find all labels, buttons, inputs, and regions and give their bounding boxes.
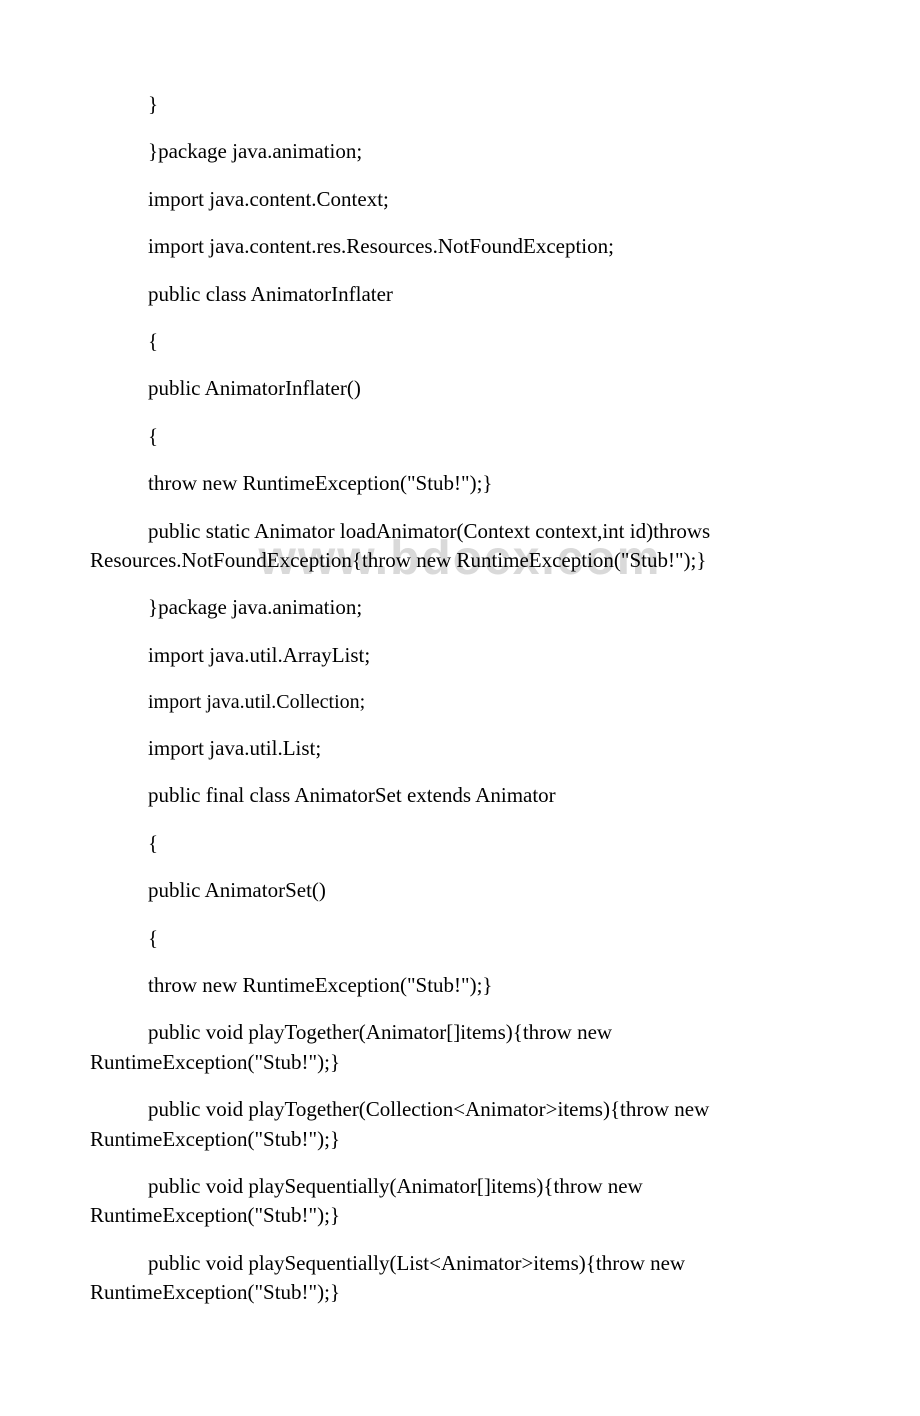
code-line: public AnimatorInflater(): [90, 374, 830, 403]
code-line: public class AnimatorInflater: [90, 280, 830, 309]
code-text: public void playSequentially(Animator[]i…: [90, 1172, 830, 1201]
code-text: public static Animator loadAnimator(Cont…: [90, 517, 830, 546]
code-line: }package java.animation;: [90, 593, 830, 622]
code-text: public void playTogether(Collection<Anim…: [90, 1095, 830, 1124]
code-line: throw new RuntimeException("Stub!");}: [90, 469, 830, 498]
code-text: Resources.NotFoundException{throw new Ru…: [90, 546, 830, 575]
code-line: import java.util.Collection;: [90, 688, 830, 716]
code-line: {: [90, 327, 830, 356]
document-body: } }package java.animation; import java.c…: [90, 90, 830, 1308]
code-line: public void playTogether(Collection<Anim…: [90, 1095, 830, 1154]
code-line: import java.content.Context;: [90, 185, 830, 214]
code-text: RuntimeException("Stub!");}: [90, 1278, 830, 1307]
code-line: public AnimatorSet(): [90, 876, 830, 905]
code-line: public void playSequentially(Animator[]i…: [90, 1172, 830, 1231]
code-line: {: [90, 829, 830, 858]
code-line: throw new RuntimeException("Stub!");}: [90, 971, 830, 1000]
code-line: {: [90, 422, 830, 451]
code-text: RuntimeException("Stub!");}: [90, 1125, 830, 1154]
code-text: RuntimeException("Stub!");}: [90, 1201, 830, 1230]
code-line: }: [90, 90, 830, 119]
code-line: import java.util.ArrayList;: [90, 641, 830, 670]
code-line: public void playTogether(Animator[]items…: [90, 1018, 830, 1077]
code-line: public static Animator loadAnimator(Cont…: [90, 517, 830, 576]
code-line: {: [90, 924, 830, 953]
code-text: public void playTogether(Animator[]items…: [90, 1018, 830, 1047]
code-line: public final class AnimatorSet extends A…: [90, 781, 830, 810]
code-line: import java.util.List;: [90, 734, 830, 763]
code-line: }package java.animation;: [90, 137, 830, 166]
code-line: import java.content.res.Resources.NotFou…: [90, 232, 830, 261]
code-text: public void playSequentially(List<Animat…: [90, 1249, 830, 1278]
code-text: RuntimeException("Stub!");}: [90, 1048, 830, 1077]
code-line: public void playSequentially(List<Animat…: [90, 1249, 830, 1308]
